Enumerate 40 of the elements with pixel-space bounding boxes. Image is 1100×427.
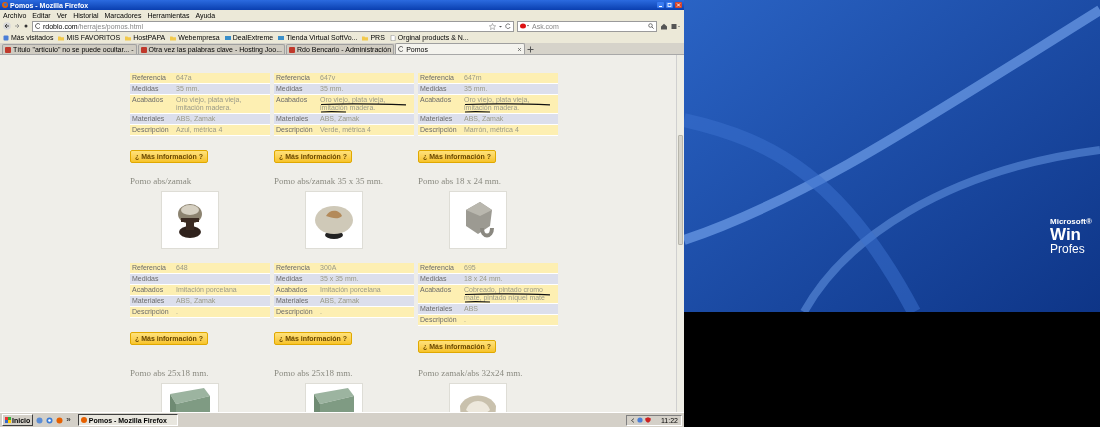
logo-text: Microsoft® <box>1050 218 1092 226</box>
windows-flag-icon <box>5 417 11 423</box>
minimize-icon[interactable] <box>657 2 664 8</box>
folder-icon <box>125 34 132 41</box>
new-tab-plus-icon[interactable] <box>526 45 536 54</box>
folder-icon <box>58 34 65 41</box>
reload-icon[interactable] <box>505 23 511 29</box>
network-icon[interactable] <box>637 417 643 423</box>
maximize-icon[interactable] <box>666 2 673 8</box>
product-title: Pomo abs 25x18 mm. <box>274 368 354 378</box>
product-title: Pomo abs/zamak <box>130 176 193 186</box>
star-icon[interactable] <box>489 22 496 30</box>
forward-arrow-icon[interactable] <box>14 23 20 29</box>
page-icon <box>389 34 396 41</box>
product-title: Pomo abs 25x18 mm. <box>130 368 210 378</box>
loading-icon <box>35 23 41 29</box>
product-title: Pomo abs/zamak 35 x 35 mm. <box>274 176 384 186</box>
firefox-icon <box>2 2 8 8</box>
dropdown-caret-icon[interactable] <box>498 23 503 29</box>
logo-text: Win <box>1050 226 1082 243</box>
back-arrow-icon[interactable] <box>3 22 11 30</box>
home-icon[interactable] <box>660 22 668 30</box>
search-engine-icon <box>520 23 530 29</box>
logo-text: Profes <box>1050 243 1086 255</box>
firefox-icon <box>80 417 87 423</box>
dot-icon[interactable] <box>23 23 29 29</box>
shield-icon[interactable] <box>645 417 651 423</box>
search-icon[interactable] <box>648 23 654 29</box>
loading-icon <box>398 46 405 52</box>
product-title: Pomo zamak/abs 32x24 mm. <box>418 368 524 378</box>
firefox-icon[interactable] <box>56 416 64 424</box>
product-title: Pomo abs 18 x 24 mm. <box>418 176 502 186</box>
site-icon <box>224 34 231 41</box>
close-icon[interactable] <box>517 46 523 52</box>
scrollbar-thumb[interactable] <box>678 135 683 245</box>
toolbar-menu-icon[interactable] <box>671 22 681 30</box>
folder-icon <box>170 34 177 41</box>
site-icon <box>140 46 147 53</box>
more-chevron-button[interactable]: » <box>66 416 71 424</box>
folder-icon <box>362 34 369 41</box>
